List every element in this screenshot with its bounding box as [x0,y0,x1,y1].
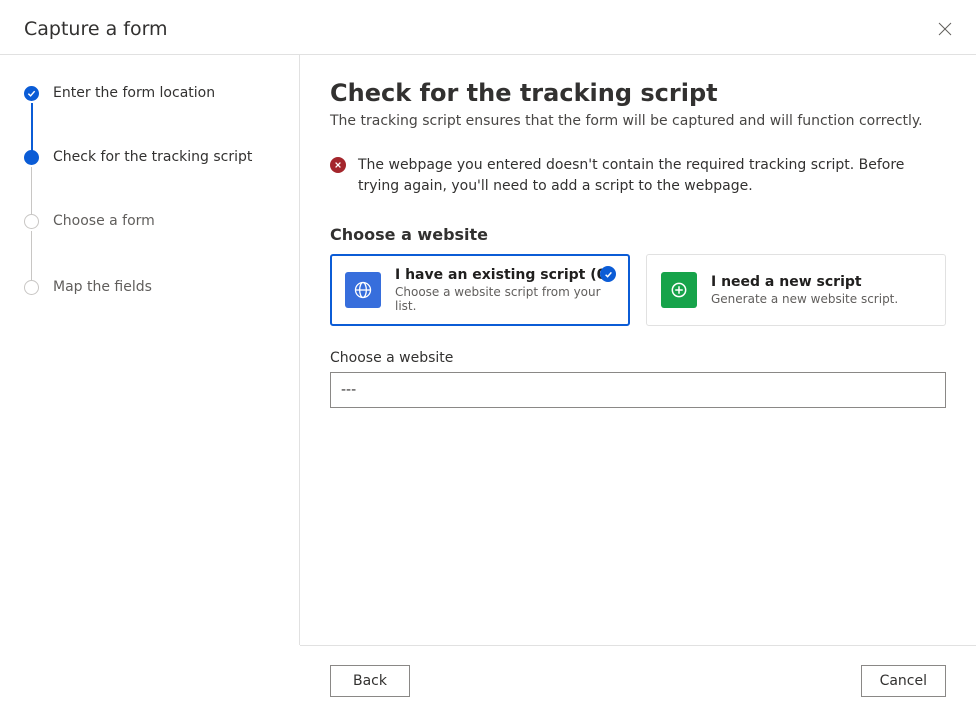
step-map-fields[interactable]: Map the fields [24,277,275,297]
checkmark-icon [24,86,39,101]
step-dot-icon [24,214,39,229]
step-label: Enter the form location [53,85,215,101]
card-title: I need a new script [711,274,931,290]
globe-icon [345,272,381,308]
page-description: The tracking script ensures that the for… [330,113,946,129]
step-label: Choose a form [53,213,155,229]
error-icon [330,157,346,173]
back-button[interactable]: Back [330,665,410,697]
cancel-button[interactable]: Cancel [861,665,946,697]
error-alert: The webpage you entered doesn't contain … [330,155,946,197]
step-label: Check for the tracking script [53,149,252,165]
script-option-cards: I have an existing script (0) Choose a w… [330,254,946,326]
step-label: Map the fields [53,279,152,295]
plus-circle-icon [661,272,697,308]
step-sidebar: Enter the form location Check for the tr… [0,55,300,645]
existing-script-card[interactable]: I have an existing script (0) Choose a w… [330,254,630,326]
card-title: I have an existing script (0) [395,267,615,283]
step-check-script[interactable]: Check for the tracking script [24,149,275,213]
dialog-footer: Back Cancel [300,645,976,715]
step-dot-icon [24,150,39,165]
dialog-body: Enter the form location Check for the tr… [0,55,976,645]
card-subtitle: Generate a new website script. [711,292,931,306]
error-text: The webpage you entered doesn't contain … [358,155,946,197]
website-select[interactable]: --- [330,372,946,408]
choose-website-heading: Choose a website [330,225,946,244]
dialog-title: Capture a form [24,18,168,40]
main-panel: Check for the tracking script The tracki… [300,55,976,645]
website-select-value: --- [341,382,356,398]
step-enter-location[interactable]: Enter the form location [24,85,275,149]
close-icon[interactable] [938,22,952,36]
page-title: Check for the tracking script [330,79,946,107]
card-subtitle: Choose a website script from your list. [395,285,615,313]
dialog-header: Capture a form [0,0,976,55]
new-script-card[interactable]: I need a new script Generate a new websi… [646,254,946,326]
step-choose-form[interactable]: Choose a form [24,213,275,277]
step-dot-icon [24,280,39,295]
selected-checkmark-icon [600,266,616,282]
website-select-label: Choose a website [330,350,946,366]
